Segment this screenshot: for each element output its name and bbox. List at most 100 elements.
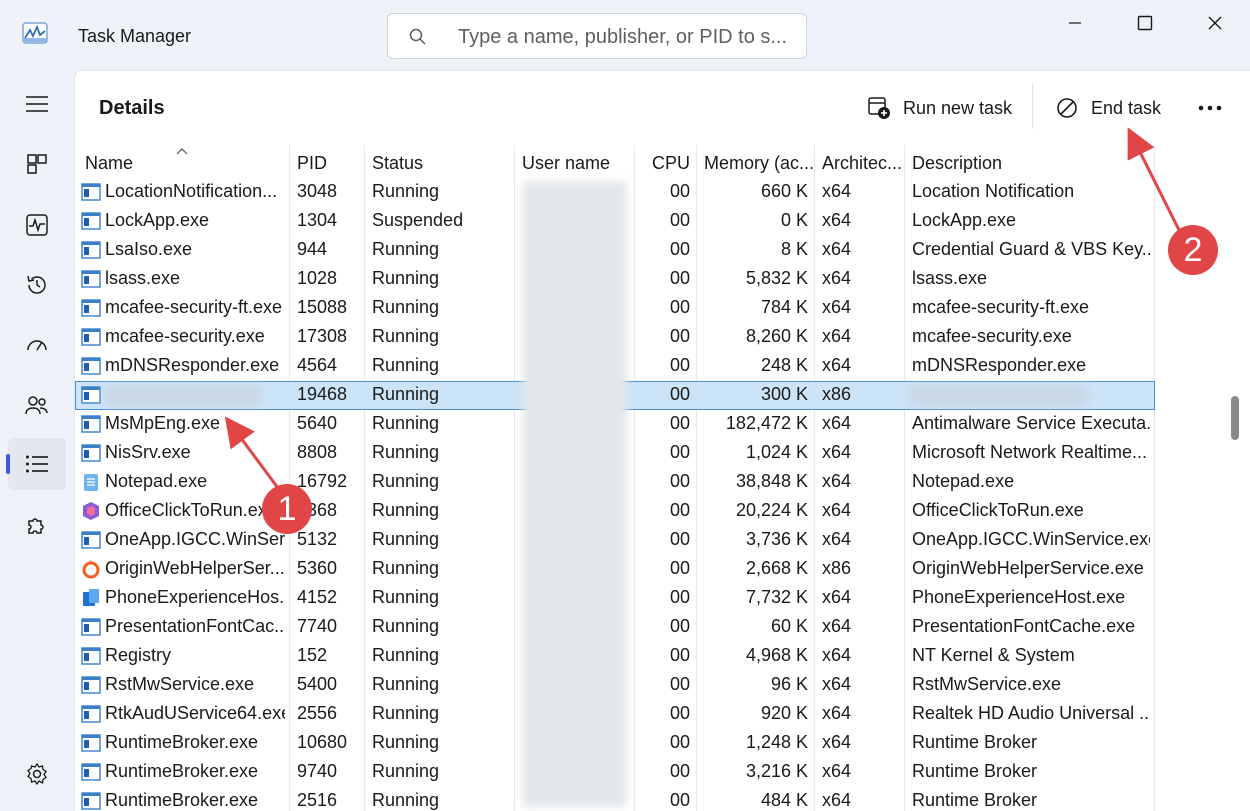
callout-1: 1	[262, 484, 312, 534]
menu-toggle[interactable]	[8, 78, 66, 130]
cell-pid: 16792	[297, 471, 348, 491]
process-app-icon	[81, 704, 101, 724]
cell-status: Running	[372, 413, 440, 433]
cell-memory: 7,732 K	[745, 587, 808, 607]
cell-description: Antimalware Service Executa...	[912, 413, 1150, 433]
run-new-task-button[interactable]: Run new task	[867, 87, 1012, 129]
cell-pid: 17308	[297, 326, 348, 346]
process-app-icon	[81, 327, 101, 347]
cell-memory: 8 K	[780, 239, 808, 259]
column-description[interactable]: Description	[912, 153, 1152, 174]
cell-architecture: x64	[822, 674, 852, 694]
task-manager-icon	[22, 22, 48, 44]
cell-name: RuntimeBroker.exe	[105, 761, 259, 781]
cell-architecture: x64	[822, 239, 852, 259]
cell-architecture: x64	[822, 732, 852, 752]
cell-memory: 20,224 K	[735, 500, 808, 520]
cell-status: Running	[372, 529, 440, 549]
cell-name: LsaIso.exe	[105, 239, 193, 259]
cell-name: RtkAudUService64.exe	[105, 703, 285, 723]
cell-pid: 8808	[297, 442, 338, 462]
sidebar-item-users[interactable]	[8, 379, 66, 431]
cell-status: Running	[372, 500, 440, 520]
cell-pid: 19468	[297, 384, 348, 404]
cell-memory: 784 K	[760, 297, 808, 317]
close-button[interactable]	[1180, 0, 1250, 46]
cell-pid: 5132	[297, 529, 338, 549]
column-user-name[interactable]: User name	[522, 153, 632, 174]
cell-pid: 1028	[297, 268, 338, 288]
process-app-icon	[81, 646, 101, 666]
end-task-button[interactable]: End task	[1055, 87, 1161, 129]
column-pid[interactable]: PID	[297, 153, 362, 174]
cell-pid: 2516	[297, 790, 338, 810]
cell-architecture: x64	[822, 761, 852, 781]
process-origin-icon	[81, 559, 101, 579]
column-architecture[interactable]: Architec...	[822, 153, 904, 174]
cell-memory: 4,968 K	[745, 645, 808, 665]
cell-name: PhoneExperienceHos...	[105, 587, 285, 607]
gear-icon	[27, 762, 47, 786]
cell-name: RuntimeBroker.exe	[105, 732, 259, 752]
cell-pid: 5400	[297, 674, 338, 694]
search-box[interactable]	[387, 13, 807, 59]
more-options-button[interactable]	[1197, 87, 1235, 129]
cell-status: Running	[372, 326, 440, 346]
cell-description: LockApp.exe	[912, 210, 1017, 230]
cell-memory: 1,248 K	[745, 732, 808, 752]
column-memory[interactable]: Memory (ac...	[704, 153, 814, 174]
column-name[interactable]: Name	[85, 153, 285, 174]
cell-description: Runtime Broker	[912, 761, 1038, 781]
table-header: Name PID Status User name CPU Memory (ac…	[75, 145, 1155, 177]
sidebar-item-startup-apps[interactable]	[8, 319, 66, 371]
history-icon	[27, 275, 46, 294]
maximize-button[interactable]	[1110, 0, 1180, 46]
cell-architecture: x64	[822, 210, 852, 230]
process-app-icon	[81, 211, 101, 231]
cell-pid: 4564	[297, 355, 338, 375]
process-app-icon	[81, 356, 101, 376]
sidebar-item-details[interactable]	[6, 438, 66, 490]
cell-memory: 660 K	[760, 181, 808, 201]
cell-cpu: 00	[669, 210, 690, 230]
maximize-icon	[1137, 15, 1153, 31]
sidebar-item-settings[interactable]	[8, 748, 66, 800]
cell-pid: 15088	[297, 297, 348, 317]
search-icon	[409, 28, 426, 45]
cell-description: OneApp.IGCC.WinService.exe	[912, 529, 1150, 549]
cell-cpu: 00	[669, 703, 690, 723]
cell-architecture: x64	[822, 790, 852, 810]
sidebar-item-app-history[interactable]	[8, 259, 66, 311]
cell-pid: 1304	[297, 210, 338, 230]
cell-cpu: 00	[669, 297, 690, 317]
process-office-icon	[81, 501, 101, 521]
process-app-icon	[81, 414, 101, 434]
sidebar-item-performance[interactable]	[8, 199, 66, 251]
sidebar-item-processes[interactable]	[8, 138, 66, 190]
cell-status: Running	[372, 355, 440, 375]
cell-cpu: 00	[669, 761, 690, 781]
cell-pid: 10680	[297, 732, 348, 752]
cell-name: OfficeClickToRun.exe	[105, 500, 277, 520]
cell-status: Suspended	[372, 210, 464, 230]
minimize-button[interactable]	[1040, 0, 1110, 46]
page-title: Details	[99, 97, 165, 119]
title-bar: Task Manager	[0, 0, 1250, 70]
window-title: Task Manager	[78, 26, 192, 46]
process-app-icon	[81, 182, 101, 202]
cell-description: Runtime Broker	[912, 790, 1038, 810]
cell-pid: 5360	[297, 558, 338, 578]
sidebar-item-services[interactable]	[8, 499, 66, 551]
cell-memory: 920 K	[760, 703, 808, 723]
process-app-icon	[81, 762, 101, 782]
column-cpu[interactable]: CPU	[640, 153, 690, 174]
scrollbar-thumb[interactable]	[1231, 396, 1239, 440]
cell-architecture: x64	[822, 181, 852, 201]
cell-name: Registry	[105, 645, 172, 665]
cell-name: RstMwService.exe	[105, 674, 255, 694]
cell-status: Running	[372, 616, 440, 636]
cell-cpu: 00	[669, 558, 690, 578]
search-input[interactable]	[456, 22, 800, 52]
performance-icon	[26, 214, 48, 236]
column-status[interactable]: Status	[372, 153, 512, 174]
